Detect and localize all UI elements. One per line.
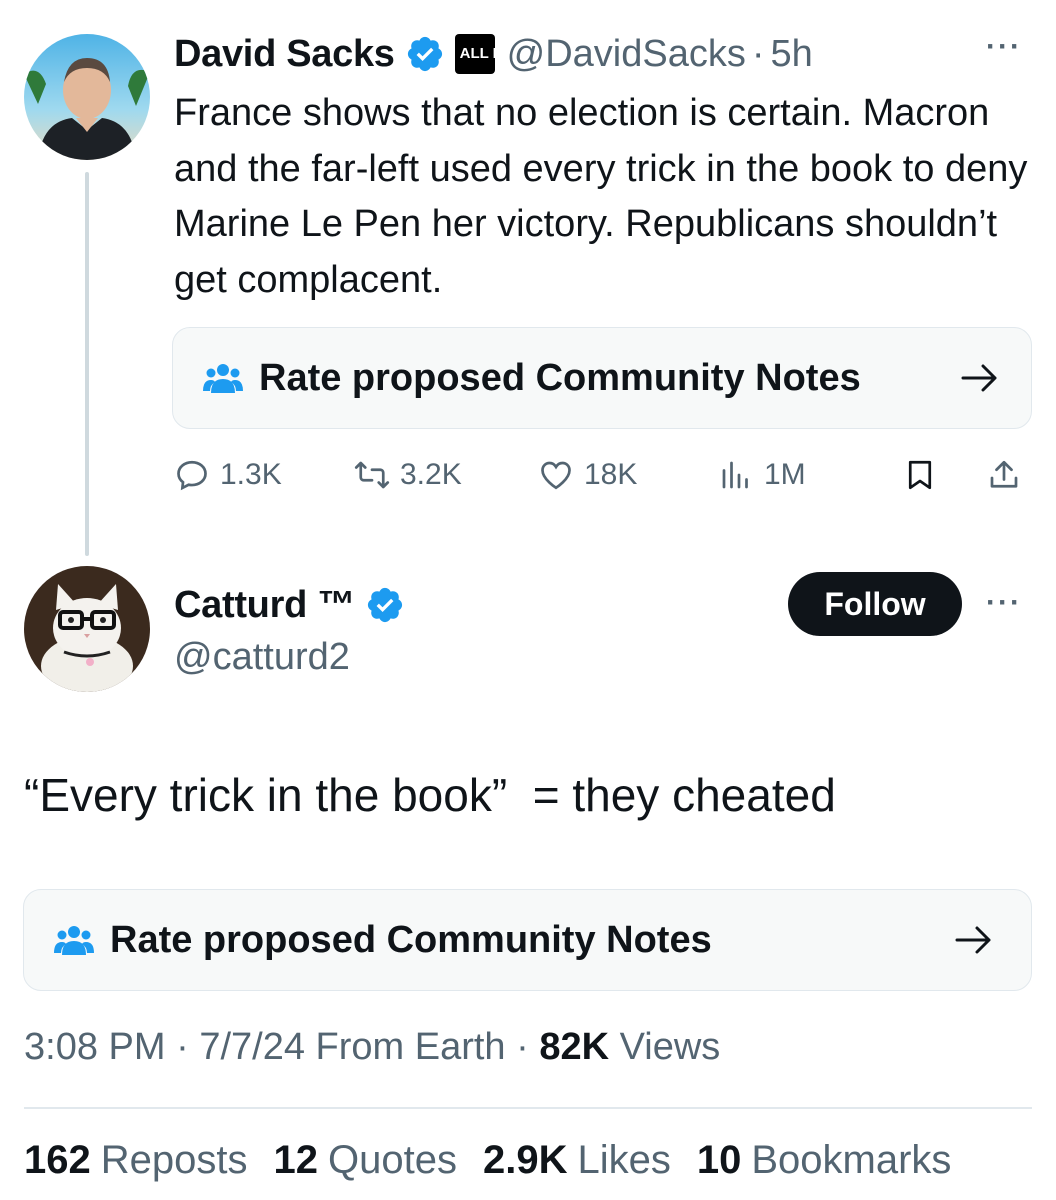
divider <box>24 1107 1032 1109</box>
stat-count: 12 <box>273 1138 319 1182</box>
stat-bookmarks[interactable]: 10 Bookmarks <box>697 1138 952 1183</box>
stat-count: 162 <box>24 1138 91 1182</box>
stat-label: Bookmarks <box>751 1138 952 1182</box>
stat-count: 2.9K <box>482 1138 568 1182</box>
stat-likes[interactable]: 2.9K Likes <box>483 1138 671 1183</box>
repost-icon <box>354 461 390 489</box>
david-sacks-avatar[interactable] <box>24 34 150 160</box>
tweet-timestamp[interactable]: 5h <box>771 33 813 76</box>
stat-label: Quotes <box>328 1138 457 1182</box>
reply-action[interactable]: 1.3K <box>174 450 282 500</box>
bookmark-icon <box>908 460 932 490</box>
stat-label: Reposts <box>100 1138 248 1182</box>
stat-label: Likes <box>577 1138 671 1182</box>
views-action[interactable]: 1M <box>718 450 806 500</box>
follow-button[interactable]: Follow <box>788 572 962 636</box>
author-name[interactable]: David Sacks <box>174 33 395 76</box>
affiliation-text: ALL IN <box>459 45 508 62</box>
reply-icon <box>177 460 207 491</box>
community-people-icon <box>203 364 243 393</box>
separator-dot: · <box>751 32 765 75</box>
reply-count: 1.3K <box>220 458 282 491</box>
community-notes-label: Rate proposed Community Notes <box>259 356 861 399</box>
author-name[interactable]: Catturd ™ <box>174 584 355 627</box>
repost-action[interactable]: 3.2K <box>354 450 462 500</box>
stat-quotes[interactable]: 12 Quotes <box>274 1138 457 1183</box>
community-notes-label: Rate proposed Community Notes <box>110 918 712 961</box>
more-options-button[interactable]: ··· <box>986 586 1022 620</box>
views-chart-icon <box>722 461 748 489</box>
verified-badge-icon <box>367 587 403 623</box>
all-in-affiliation-badge[interactable]: ALL IN <box>454 34 508 74</box>
views-label: Views <box>609 1026 721 1068</box>
parent-tweet-header: David Sacks ALL IN @DavidSacks · 5h <box>174 26 813 82</box>
stat-reposts[interactable]: 162 Reposts <box>24 1138 248 1183</box>
reply-tweet-header: Catturd ™ <box>174 580 405 630</box>
views-count: 82K <box>539 1026 610 1068</box>
thread-connector-line <box>85 172 89 556</box>
catturd-avatar[interactable] <box>24 566 150 692</box>
engagement-stats: 162 Reposts 12 Quotes 2.9K Likes 10 Bookmark… <box>24 1138 951 1183</box>
tweet-time[interactable]: 3:08 PM <box>24 1026 166 1068</box>
heart-icon <box>541 461 571 490</box>
separator-dot: · <box>165 1026 200 1068</box>
verified-badge-icon <box>407 36 442 72</box>
bookmark-action[interactable] <box>902 450 938 500</box>
views-count: 1M <box>764 458 806 491</box>
author-handle[interactable]: @catturd2 <box>174 636 350 679</box>
repost-count: 3.2K <box>400 458 462 491</box>
like-count: 18K <box>584 458 638 491</box>
share-action[interactable] <box>986 450 1022 500</box>
author-handle[interactable]: @DavidSacks <box>507 33 746 76</box>
stat-count: 10 <box>696 1138 742 1182</box>
community-people-icon <box>54 926 94 955</box>
arrow-right-icon <box>955 926 991 954</box>
rate-community-notes-button[interactable]: Rate proposed Community Notes <box>23 889 1032 991</box>
reply-tweet-text: “Every trick in the book” = they cheated <box>24 769 836 821</box>
like-action[interactable]: 18K <box>538 450 637 500</box>
tweet-metadata: 3:08 PM · 7/7/24 From Earth · 82K Views <box>24 1026 720 1069</box>
separator-dot: · <box>505 1026 540 1068</box>
parent-tweet-text: France shows that no election is certain… <box>174 92 1028 301</box>
tweet-date-source: 7/7/24 From Earth <box>199 1026 506 1068</box>
rate-community-notes-button[interactable]: Rate proposed Community Notes <box>172 327 1032 429</box>
share-icon <box>990 460 1018 488</box>
arrow-right-icon <box>961 364 997 392</box>
tweet-action-bar: 1.3K 3.2K 18K 1M <box>174 450 1030 500</box>
more-options-button[interactable]: ··· <box>986 30 1022 64</box>
